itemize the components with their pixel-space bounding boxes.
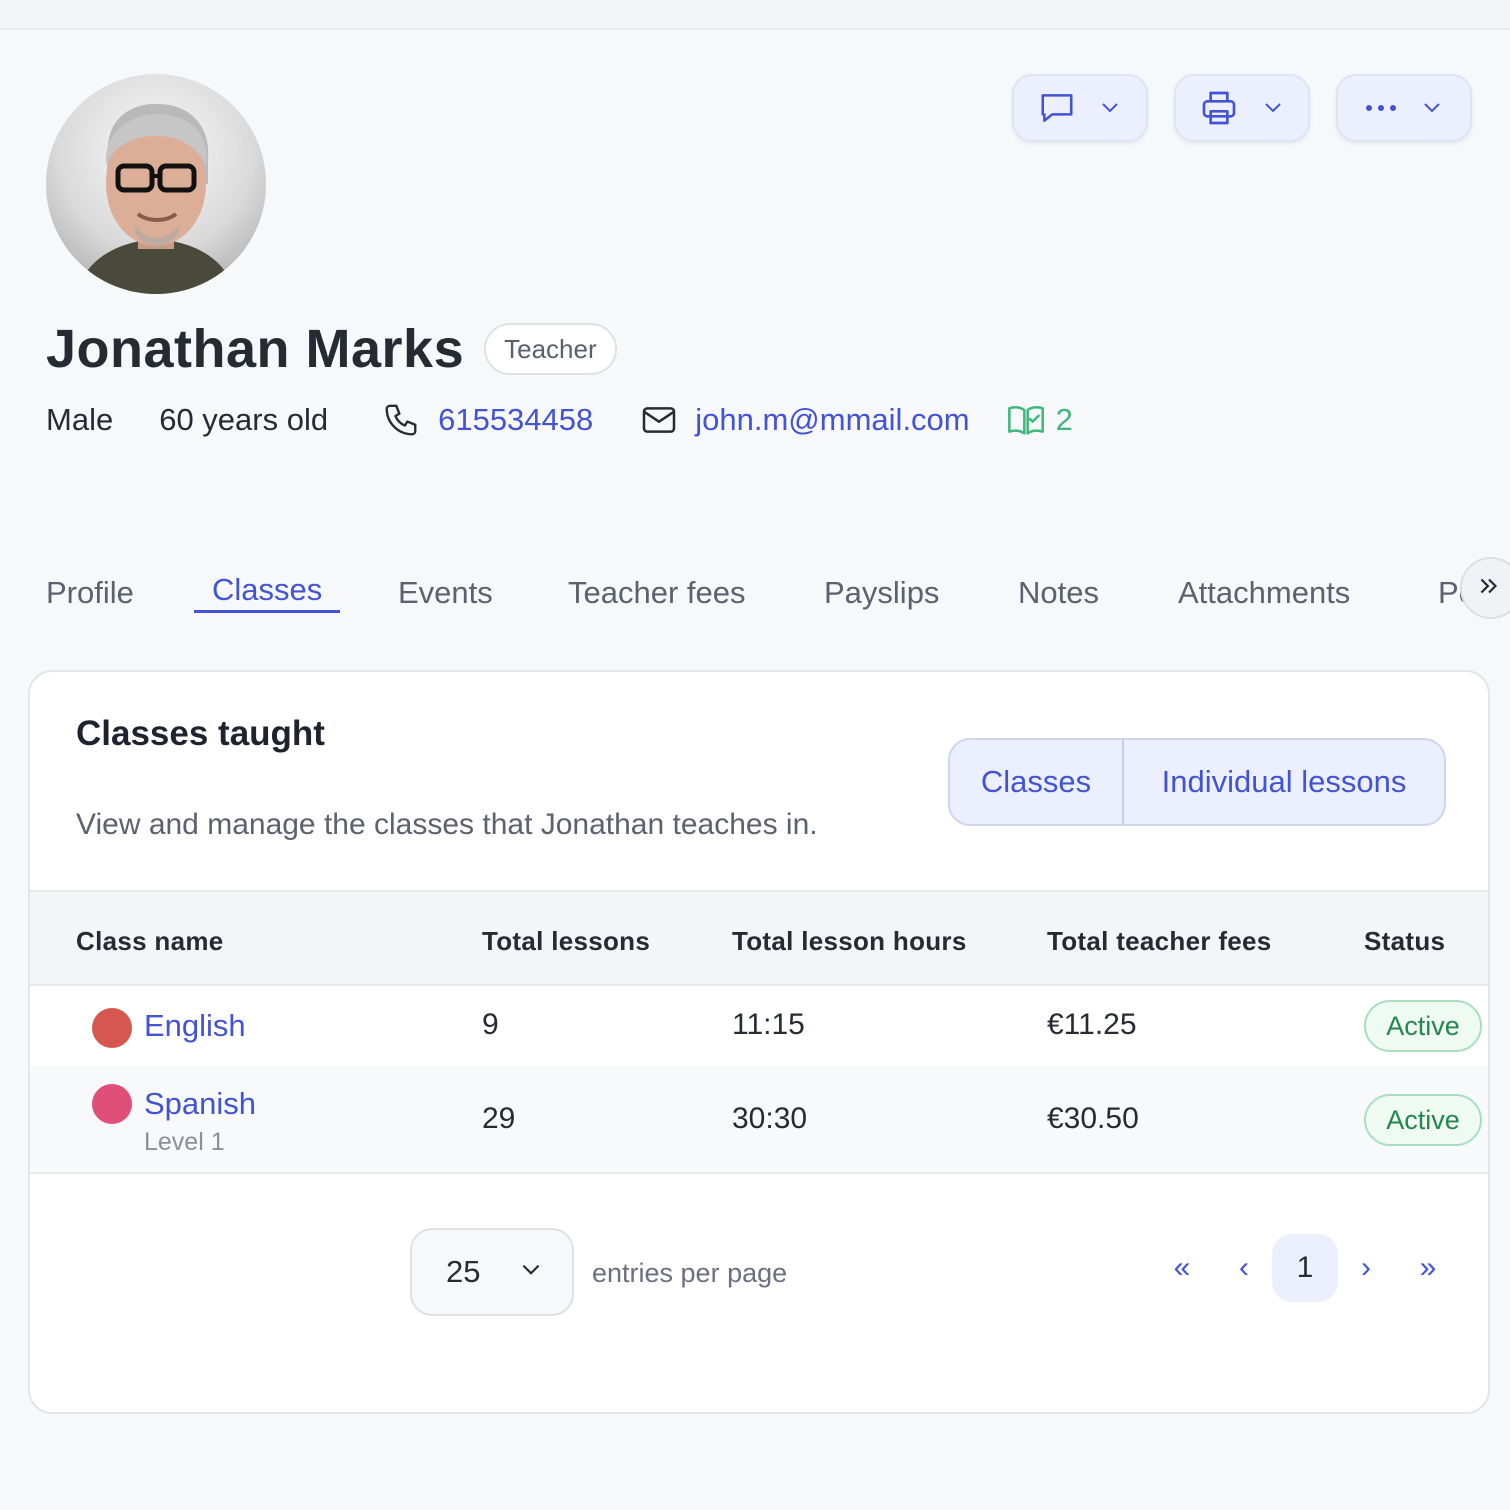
first-page-button[interactable]: «	[1162, 1234, 1202, 1302]
phone-icon	[382, 401, 420, 439]
tab-attachments[interactable]: Attachments	[1178, 575, 1350, 611]
table-row[interactable]: Spanish Level 1 29 30:30 €30.50 Active	[30, 1066, 1488, 1174]
table-header: Class name Total lessons Total lesson ho…	[30, 890, 1488, 986]
header-status[interactable]: Status	[1364, 926, 1445, 957]
per-page-value: 25	[446, 1254, 481, 1289]
teacher-fees-cell: €11.25	[1047, 1008, 1137, 1041]
chevron-down-icon	[518, 1257, 544, 1288]
table-row[interactable]: English 9 11:15 €11.25 Active	[30, 986, 1488, 1066]
double-chevron-right-icon	[1476, 573, 1502, 604]
chevron-down-icon	[1098, 96, 1122, 120]
last-page-button[interactable]: »	[1408, 1234, 1448, 1302]
class-color-dot	[92, 1008, 132, 1048]
active-tab-indicator	[194, 610, 340, 613]
role-badge: Teacher	[484, 323, 617, 375]
chat-icon	[1038, 89, 1076, 127]
total-lessons-cell: 9	[482, 1008, 499, 1041]
status-badge: Active	[1364, 1094, 1482, 1146]
previous-page-button[interactable]: ‹	[1224, 1234, 1264, 1302]
class-level-text: Level 1	[144, 1128, 225, 1156]
classes-card: Classes taught View and manage the class…	[28, 670, 1490, 1414]
header-actions	[1012, 74, 1472, 142]
class-name-link[interactable]: Spanish	[144, 1086, 256, 1122]
more-menu-button[interactable]	[1336, 74, 1472, 142]
email-link[interactable]: john.m@mmail.com	[695, 402, 969, 438]
print-menu-button[interactable]	[1174, 74, 1310, 142]
lesson-hours-cell: 30:30	[732, 1102, 808, 1135]
chevron-down-icon	[1420, 96, 1444, 120]
book-check-icon	[1006, 400, 1046, 440]
avatar	[46, 74, 266, 294]
current-page-button[interactable]: 1	[1272, 1234, 1338, 1302]
toggle-classes[interactable]: Classes	[950, 740, 1122, 824]
mail-icon	[639, 400, 679, 440]
classes-count[interactable]: 2	[1056, 402, 1073, 438]
profile-header: Jonathan Marks Teacher	[46, 318, 617, 380]
total-lessons-cell: 29	[482, 1102, 516, 1135]
card-title: Classes taught	[76, 714, 325, 753]
toggle-individual-lessons[interactable]: Individual lessons	[1122, 740, 1444, 824]
tab-payslips[interactable]: Payslips	[824, 575, 939, 611]
tab-events[interactable]: Events	[398, 575, 493, 611]
status-badge: Active	[1364, 1000, 1482, 1052]
more-dots-icon	[1364, 103, 1398, 113]
teacher-fees-cell: €30.50	[1047, 1102, 1139, 1135]
phone-link[interactable]: 615534458	[438, 402, 593, 438]
profile-name: Jonathan Marks	[46, 319, 465, 379]
profile-meta: Male 60 years old 615534458 john.m@mmail…	[46, 400, 1073, 440]
class-name-link[interactable]: English	[144, 1008, 246, 1044]
age-text: 60 years old	[159, 402, 329, 437]
per-page-label: entries per page	[592, 1258, 788, 1288]
message-menu-button[interactable]	[1012, 74, 1148, 142]
top-bar	[0, 0, 1510, 30]
next-page-button[interactable]: ›	[1346, 1234, 1386, 1302]
tab-profile[interactable]: Profile	[46, 575, 134, 611]
class-type-toggle: Classes Individual lessons	[948, 738, 1446, 826]
gender-text: Male	[46, 402, 114, 437]
header-total-lessons[interactable]: Total lessons	[482, 926, 650, 957]
tab-teacher-fees[interactable]: Teacher fees	[568, 575, 746, 611]
class-color-dot	[92, 1084, 132, 1124]
header-total-lesson-hours[interactable]: Total lesson hours	[732, 926, 967, 957]
header-total-teacher-fees[interactable]: Total teacher fees	[1047, 926, 1272, 957]
card-subtitle: View and manage the classes that Jonatha…	[76, 808, 818, 841]
lesson-hours-cell: 11:15	[732, 1008, 805, 1041]
chevron-down-icon	[1261, 96, 1285, 120]
printer-icon	[1199, 88, 1239, 128]
tab-classes[interactable]: Classes	[212, 572, 322, 608]
header-class-name[interactable]: Class name	[76, 926, 224, 957]
per-page-select[interactable]: 25	[410, 1228, 574, 1316]
tab-notes[interactable]: Notes	[1018, 575, 1099, 611]
